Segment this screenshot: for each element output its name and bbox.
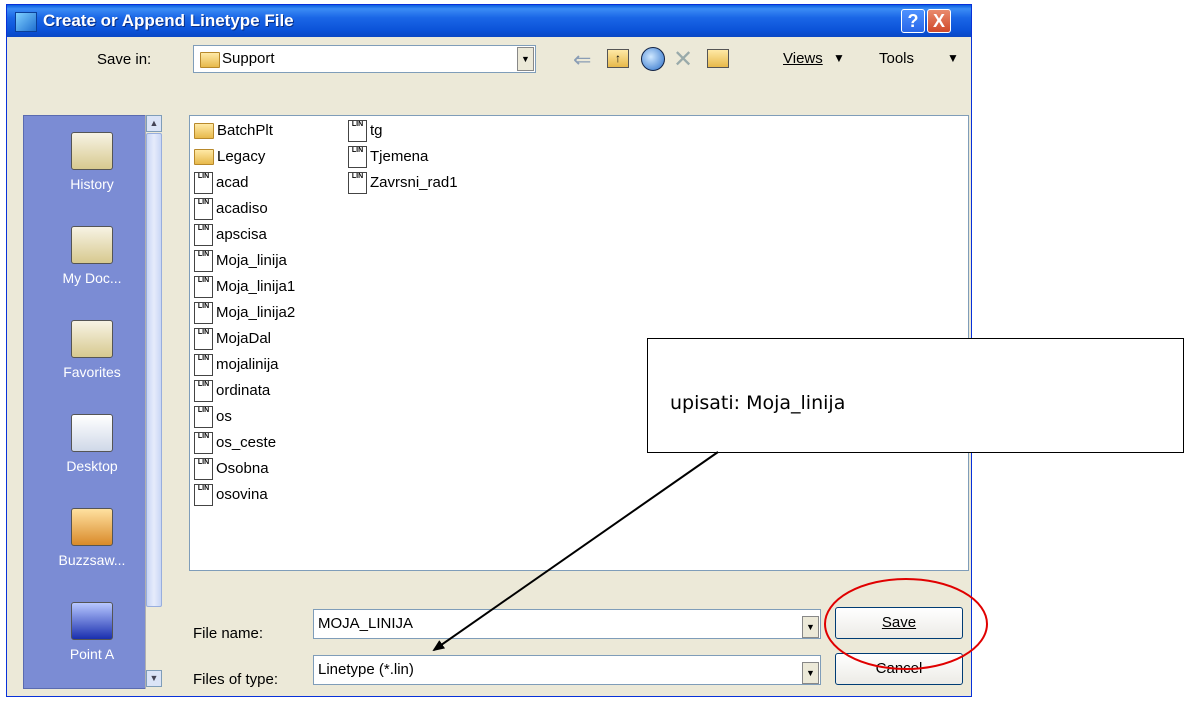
- annotation-overlay: [432, 451, 988, 670]
- annotation-arrow: [432, 451, 719, 652]
- annotation-circle: [824, 578, 988, 670]
